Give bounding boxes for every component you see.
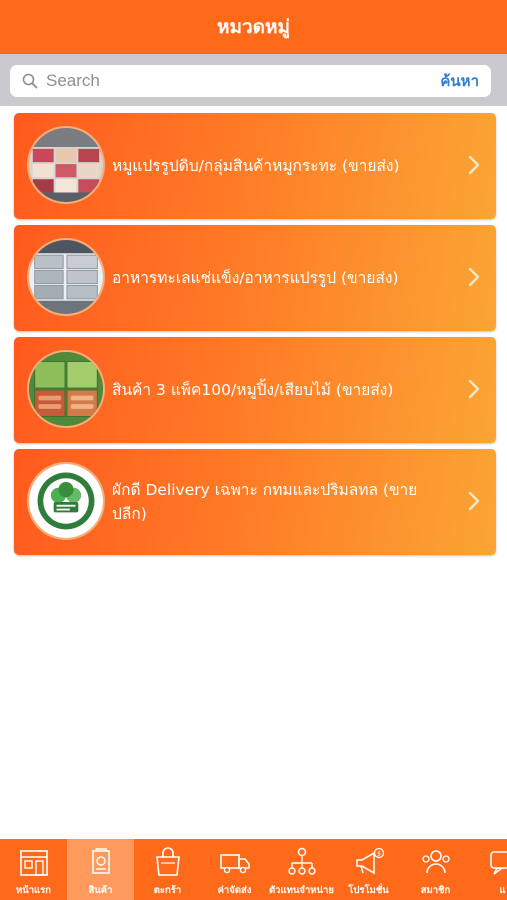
chevron-right-icon	[468, 267, 480, 287]
stacked-crates-image	[27, 238, 105, 316]
delivery-truck-icon	[219, 854, 250, 874]
chat-icon	[489, 851, 507, 875]
product-icon	[91, 848, 110, 874]
tab-more[interactable]: แ	[469, 839, 507, 900]
tab-label: สินค้า	[88, 885, 113, 896]
tab-agents[interactable]: ตัวแทนจำหน่าย	[268, 839, 335, 900]
category-card-3-packs[interactable]: สินค้า 3 แพ็ค100/หมูปิ้ง/เสียบไม้ (ขายส่…	[14, 337, 496, 443]
packaged-sausage-image	[27, 350, 105, 428]
category-card-pakdee-delivery[interactable]: ผักดี Delivery เฉพาะ กทมและปริมลทล (ขายป…	[14, 449, 496, 555]
pakdee-logo-image	[27, 462, 105, 540]
tab-shipping[interactable]: ค่าจัดส่ง	[201, 839, 268, 900]
search-field: ค้นหา	[10, 65, 491, 97]
category-label: สินค้า 3 แพ็ค100/หมูปิ้ง/เสียบไม้ (ขายส่…	[112, 381, 394, 399]
tab-label: หน้าแรก	[15, 885, 52, 896]
tab-members[interactable]: สมาชิก	[402, 839, 469, 900]
svg-text:$: $	[377, 851, 381, 858]
tab-basket[interactable]: ตะกร้า	[134, 839, 201, 900]
search-button[interactable]: ค้นหา	[432, 66, 491, 96]
members-icon	[421, 850, 450, 874]
category-card-raw-pork[interactable]: หมูแปรรูปดิบ/กลุ่มสินค้าหมูกระทะ (ขายส่ง…	[14, 113, 496, 219]
tab-label: สมาชิก	[420, 885, 451, 896]
category-label: ผักดี Delivery เฉพาะ กทมและปริมลทล (ขายป…	[112, 481, 418, 523]
category-list: หมูแปรรูปดิบ/กลุ่มสินค้าหมูกระทะ (ขายส่ง…	[14, 113, 496, 561]
tab-label: ค่าจัดส่ง	[217, 885, 252, 896]
page-title: หมวดหมู่	[216, 16, 291, 38]
tab-products[interactable]: สินค้า	[67, 839, 134, 900]
chevron-right-icon	[468, 155, 480, 175]
agent-network-icon	[287, 847, 316, 875]
frozen-meat-display-image	[27, 126, 105, 204]
category-card-frozen-seafood[interactable]: อาหารทะเลแช่แข็ง/อาหารแปรรูป (ขายส่ง)	[14, 225, 496, 331]
tab-home[interactable]: หน้าแรก	[0, 839, 67, 900]
app-screen: หมวดหมู่ ค้นหา	[0, 0, 507, 900]
navigation-bar: หมวดหมู่	[0, 0, 507, 54]
chevron-right-icon	[468, 491, 480, 511]
category-label: หมูแปรรูปดิบ/กลุ่มสินค้าหมูกระทะ (ขายส่ง…	[112, 157, 400, 175]
search-bar: ค้นหา	[0, 54, 507, 106]
megaphone-icon: $	[355, 847, 384, 875]
tab-promotions[interactable]: $ โปรโมชั่น	[335, 839, 402, 900]
basket-icon	[155, 847, 180, 876]
home-icon	[19, 850, 48, 876]
category-label: อาหารทะเลแช่แข็ง/อาหารแปรรูป (ขายส่ง)	[112, 269, 399, 287]
tab-bar: หน้าแรก สินค้า ตะกร้า ค่าจัดส่ง ตัวแทนจำ…	[0, 839, 507, 900]
tab-label: ตะกร้า	[153, 885, 182, 896]
chevron-right-icon	[468, 379, 480, 399]
search-icon	[20, 71, 40, 91]
tab-label: แ	[499, 885, 506, 896]
tab-label: โปรโมชั่น	[348, 885, 389, 896]
tab-label: ตัวแทนจำหน่าย	[269, 885, 334, 896]
search-input[interactable]	[40, 66, 433, 96]
